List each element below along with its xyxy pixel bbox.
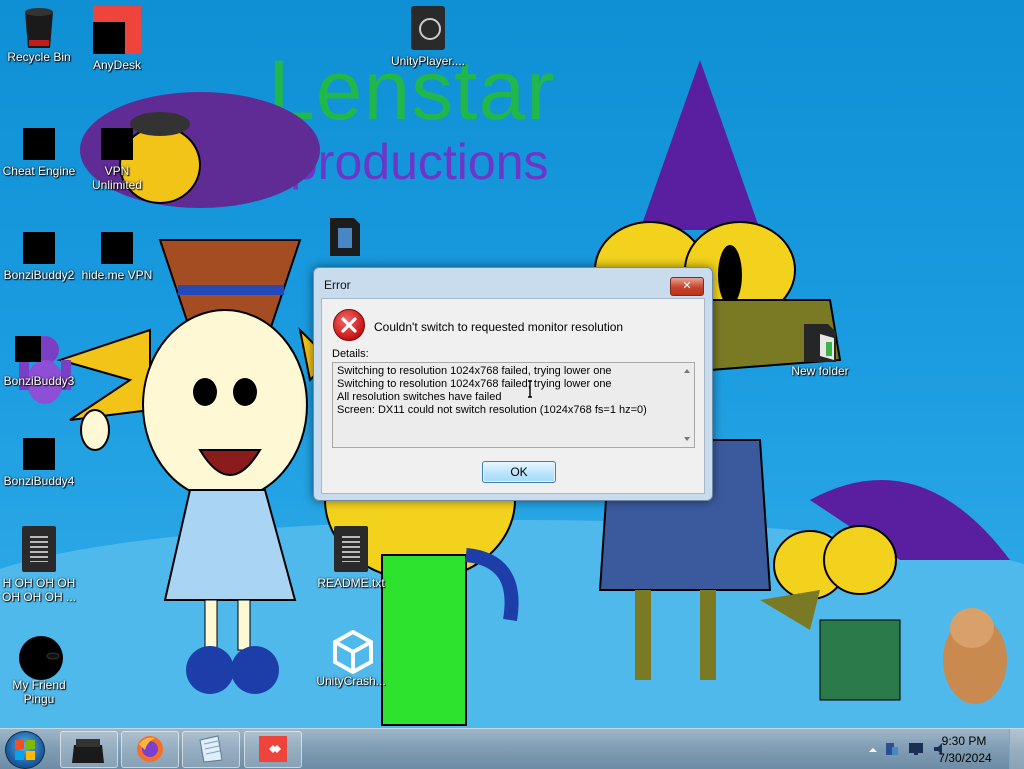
taskbar-button-notepad[interactable] xyxy=(182,731,240,768)
vpn-unlimited-icon xyxy=(101,128,133,160)
shortcut-icon[interactable] xyxy=(328,214,362,258)
bonzibuddy4-icon xyxy=(23,438,55,470)
close-button[interactable]: ✕ xyxy=(670,277,704,296)
details-line: All resolution switches have failed xyxy=(337,391,502,403)
desktop-icon-unitycrash[interactable]: UnityCrash... xyxy=(312,629,390,688)
scroll-up-arrow-icon[interactable] xyxy=(684,369,690,373)
desktop-icon-anydesk[interactable]: AnyDesk xyxy=(78,6,156,72)
desktop-icon-label: BonziBuddy3 xyxy=(3,374,75,388)
desktop-icon-label: Cheat Engine xyxy=(2,164,76,178)
desktop-icon-label: README.txt xyxy=(317,576,385,590)
anydesk-icon xyxy=(93,6,141,54)
dialog-titlebar[interactable]: Error ✕ xyxy=(314,268,712,300)
network-icon[interactable] xyxy=(884,741,900,757)
desktop-icon-label: AnyDesk xyxy=(92,58,142,72)
notepad-icon xyxy=(199,735,223,763)
error-dialog[interactable]: Error ✕ Couldn't switch to requested mon… xyxy=(313,267,713,501)
details-line: Screen: DX11 could not switch resolution… xyxy=(337,404,647,416)
firefox-icon xyxy=(137,736,163,762)
error-icon xyxy=(333,309,365,341)
unityplayer-icon xyxy=(411,6,445,50)
details-line: Switching to resolution 1024x768 failed,… xyxy=(337,365,612,377)
desktop-icon-label: BonziBuddy4 xyxy=(3,474,75,488)
show-desktop-button[interactable] xyxy=(1009,729,1024,769)
system-tray: 9:30 PM 7/30/2024 xyxy=(844,729,1024,769)
cheat-engine-icon xyxy=(23,128,55,160)
taskbar: 9:30 PM 7/30/2024 xyxy=(0,728,1024,769)
details-scrollbar[interactable] xyxy=(681,363,694,447)
unity-logo-icon xyxy=(331,629,373,675)
taskbar-button-firefox[interactable] xyxy=(121,731,179,768)
details-label: Details: xyxy=(332,348,369,360)
hideme-vpn-icon xyxy=(101,232,133,264)
monitor-icon[interactable] xyxy=(908,741,924,757)
clock-time[interactable]: 9:30 PM xyxy=(934,734,994,748)
details-textbox[interactable]: Switching to resolution 1024x768 failed,… xyxy=(332,362,695,448)
clock-date[interactable]: 7/30/2024 xyxy=(932,751,998,765)
desktop-icon-hideme-vpn[interactable]: hide.me VPN xyxy=(78,226,156,282)
desktop-icon-label: UnityPlayer.... xyxy=(390,54,466,68)
desktop-icon-bonzibuddy2[interactable]: BonziBuddy2 xyxy=(0,226,78,282)
desktop-icon-label: VPN Unlimited xyxy=(91,164,142,192)
desktop-icon-readme[interactable]: README.txt xyxy=(312,526,390,590)
recycle-bin-icon xyxy=(19,6,59,48)
text-file-icon xyxy=(334,526,368,572)
bonzibuddy-icon xyxy=(15,330,71,404)
desktop-icon-cheat-engine[interactable]: Cheat Engine xyxy=(0,122,78,178)
text-file-icon xyxy=(22,526,56,572)
desktop-icon-recycle-bin[interactable]: Recycle Bin xyxy=(0,6,78,64)
pingu-icon xyxy=(19,634,63,680)
scroll-down-arrow-icon[interactable] xyxy=(684,437,690,441)
taskbar-button-anydesk[interactable] xyxy=(244,731,302,768)
desktop-icon-label: UnityCrash... xyxy=(316,674,386,688)
desktop-icon-bonzibuddy4[interactable]: BonziBuddy4 xyxy=(0,436,78,488)
desktop-icon-label: H OH OH OH OH OH OH ... xyxy=(1,576,76,604)
desktop-icon-label: My Friend Pingu xyxy=(12,678,66,706)
desktop-icon-bonzibuddy3[interactable]: BonziBuddy3 xyxy=(0,330,78,404)
desktop-icon-oh-file[interactable]: H OH OH OH OH OH OH ... xyxy=(0,526,78,604)
desktop-icon-label: hide.me VPN xyxy=(81,268,153,282)
start-button[interactable] xyxy=(5,731,45,769)
desktop-icon-label: Recycle Bin xyxy=(7,50,71,64)
desktop-icon-label: New folder xyxy=(791,364,849,378)
desktop-icon-new-folder[interactable]: New folder xyxy=(780,320,860,378)
desktop-icon-vpn-unlimited[interactable]: VPN Unlimited xyxy=(78,122,156,192)
dialog-title: Error xyxy=(324,278,351,292)
desktop-icon-unityplayer[interactable]: UnityPlayer.... xyxy=(388,6,468,68)
taskbar-button-file-explorer[interactable] xyxy=(60,731,118,768)
bonzibuddy2-icon xyxy=(23,232,55,264)
ok-button[interactable]: OK xyxy=(482,461,556,483)
file-explorer-icon xyxy=(72,739,104,763)
folder-icon xyxy=(800,320,840,362)
dialog-body: Couldn't switch to requested monitor res… xyxy=(321,298,705,494)
dialog-message: Couldn't switch to requested monitor res… xyxy=(374,320,624,334)
show-hidden-icons-icon[interactable] xyxy=(868,745,878,755)
close-icon: ✕ xyxy=(682,280,692,292)
anydesk-icon xyxy=(259,736,287,762)
desktop-icon-my-friend-pingu[interactable]: My Friend Pingu xyxy=(0,634,78,706)
desktop-icon-label: BonziBuddy2 xyxy=(3,268,75,282)
details-line: Switching to resolution 1024x768 failed,… xyxy=(337,378,612,390)
text-cursor-icon xyxy=(528,380,532,398)
windows-logo-icon xyxy=(15,740,35,760)
details-text: Switching to resolution 1024x768 failed,… xyxy=(337,365,677,417)
